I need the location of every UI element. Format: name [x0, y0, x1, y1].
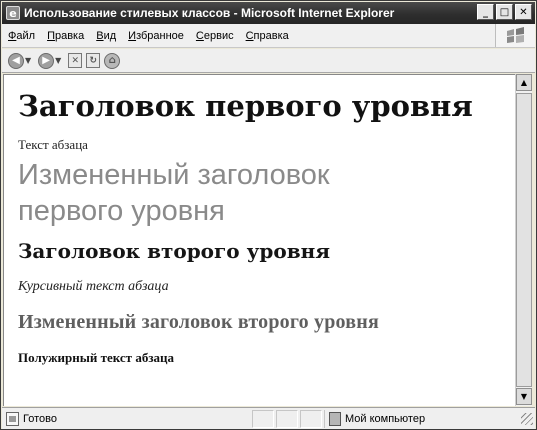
- status-bar: Готово Мой компьютер: [2, 407, 535, 429]
- back-button[interactable]: ◀ ▼: [8, 52, 34, 69]
- computer-icon: [329, 411, 341, 426]
- menu-edit[interactable]: Правка: [47, 30, 84, 42]
- vertical-scrollbar[interactable]: ▲ ▼: [515, 74, 532, 406]
- menu-favorites-label: збранное: [136, 29, 184, 42]
- modified-heading-level-1: Измененный заголовок первого уровня: [18, 159, 330, 227]
- menu-help[interactable]: Справка: [246, 30, 289, 42]
- italic-paragraph: Курсивный текст абзаца: [18, 279, 169, 294]
- modified-heading-level-2: Измененный заголовок второго уровня: [18, 311, 380, 333]
- menu-tools-label: ервис: [203, 29, 234, 42]
- status-section: Готово: [2, 410, 252, 428]
- browser-window: e Использование стилевых классов - Micro…: [0, 0, 537, 430]
- maximize-button[interactable]: □: [496, 4, 513, 20]
- window-title: Использование стилевых классов - Microso…: [24, 6, 395, 20]
- stop-button[interactable]: ✕: [68, 53, 83, 68]
- back-icon: ◀: [8, 52, 24, 69]
- resize-grip-icon[interactable]: [521, 412, 533, 425]
- forward-icon: ▶: [38, 52, 55, 69]
- status-text: Готово: [23, 412, 57, 425]
- menu-tools[interactable]: Сервис: [196, 30, 234, 42]
- menu-help-label: правка: [253, 29, 289, 42]
- window-controls: _ □ ✕: [477, 4, 532, 20]
- windows-logo-icon: [495, 24, 535, 47]
- security-zone: Мой компьютер: [324, 409, 502, 428]
- menu-file-label: айл: [16, 29, 36, 42]
- page-icon: [6, 411, 19, 426]
- home-button[interactable]: ⌂: [104, 52, 121, 69]
- status-cell: [252, 409, 274, 428]
- zone-text: Мой компьютер: [345, 412, 426, 425]
- refresh-button[interactable]: ↻: [86, 53, 101, 68]
- internet-explorer-icon: e: [6, 6, 20, 20]
- toolbar: ◀ ▼ ▶ ▼ ✕ ↻ ⌂: [2, 49, 535, 73]
- back-dropdown-icon[interactable]: ▼: [25, 56, 31, 65]
- menu-edit-label: равка: [54, 29, 85, 42]
- scroll-thumb[interactable]: [516, 93, 532, 387]
- menu-view[interactable]: Вид: [96, 30, 116, 42]
- status-cell: [276, 409, 298, 428]
- scroll-down-button[interactable]: ▼: [516, 388, 532, 405]
- title-bar[interactable]: e Использование стилевых классов - Micro…: [2, 2, 535, 24]
- forward-dropdown-icon[interactable]: ▼: [55, 56, 61, 65]
- close-button[interactable]: ✕: [515, 4, 532, 20]
- menu-favorites[interactable]: Избранное: [128, 30, 184, 42]
- page-content: Заголовок первого уровня Текст абзаца Из…: [3, 74, 515, 406]
- minimize-button[interactable]: _: [477, 4, 494, 20]
- refresh-icon: ↻: [86, 53, 101, 68]
- stop-icon: ✕: [68, 53, 83, 68]
- status-cell: [300, 409, 322, 428]
- menu-file[interactable]: Файл: [8, 30, 35, 42]
- menu-help-accel: С: [245, 29, 254, 42]
- menu-view-label: ид: [103, 29, 117, 42]
- menu-favorites-accel: И: [128, 29, 137, 42]
- menu-bar: Файл Правка Вид Избранное Сервис Справка: [2, 24, 535, 48]
- heading-level-2: Заголовок второго уровня: [18, 239, 331, 263]
- menu-tools-accel: С: [195, 29, 204, 42]
- home-icon: ⌂: [104, 52, 121, 69]
- menu-edit-accel: П: [47, 29, 55, 42]
- menu-view-accel: В: [96, 29, 104, 42]
- heading-level-1: Заголовок первого уровня: [18, 89, 473, 123]
- scroll-up-button[interactable]: ▲: [516, 74, 532, 91]
- bold-paragraph: Полужирный текст абзаца: [18, 350, 175, 365]
- paragraph-text: Текст абзаца: [18, 137, 88, 152]
- forward-button[interactable]: ▶ ▼: [38, 52, 64, 69]
